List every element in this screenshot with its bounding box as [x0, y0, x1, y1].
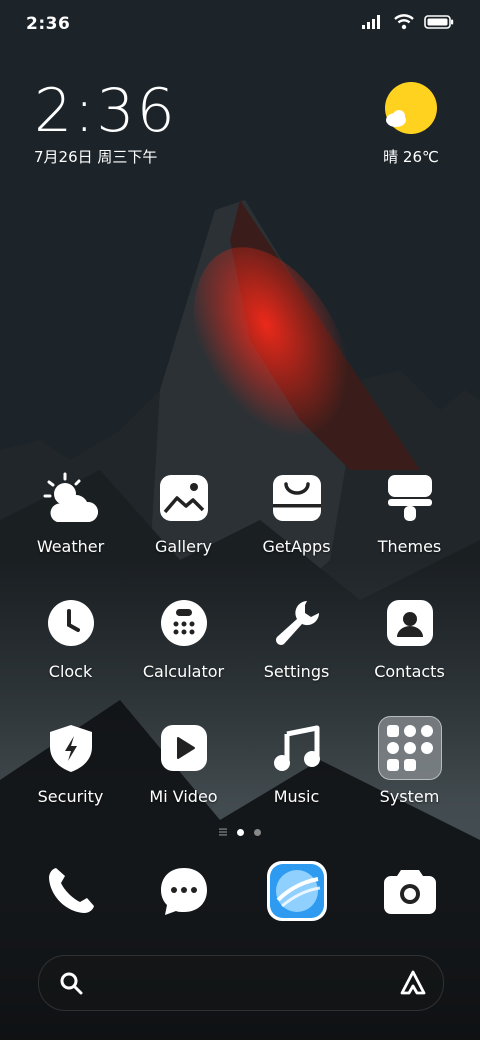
weather-widget[interactable]: 晴 26℃ — [376, 82, 446, 167]
app-getapps[interactable]: GetApps — [240, 466, 353, 591]
getapps-icon — [265, 466, 329, 530]
battery-icon — [424, 15, 454, 29]
themes-icon — [378, 466, 442, 530]
app-list-indicator-icon — [219, 828, 227, 836]
music-icon — [265, 716, 329, 780]
app-label: Security — [37, 787, 104, 806]
clock-icon — [39, 591, 103, 655]
dock-camera[interactable] — [353, 860, 466, 922]
messages-icon — [160, 868, 207, 915]
status-time: 2:36 — [26, 14, 71, 34]
search-bar[interactable] — [38, 955, 444, 1011]
signal-icon — [362, 15, 380, 29]
app-label: Weather — [36, 537, 105, 556]
app-label: Settings — [263, 662, 330, 681]
contacts-icon — [378, 591, 442, 655]
app-weather[interactable]: Weather — [14, 466, 127, 591]
mi-video-icon — [152, 716, 216, 780]
clock-time: 2:36 — [34, 76, 177, 146]
app-label: Mi Video — [149, 787, 218, 806]
app-mi-video[interactable]: Mi Video — [127, 716, 240, 841]
gallery-icon — [152, 466, 216, 530]
wifi-icon — [394, 14, 414, 30]
clock-date: 7月26日 周三下午 — [34, 148, 158, 166]
page-dot-active — [237, 828, 244, 836]
app-music[interactable]: Music — [240, 716, 353, 841]
app-label: Gallery — [155, 537, 212, 556]
assistant-icon[interactable] — [399, 969, 427, 997]
weather-icon — [39, 466, 103, 530]
phone-icon — [48, 868, 94, 913]
app-settings[interactable]: Settings — [240, 591, 353, 716]
page-indicator[interactable] — [0, 828, 480, 836]
search-icon — [60, 972, 83, 995]
camera-icon — [383, 870, 436, 914]
app-label: System — [379, 787, 440, 806]
app-label: Contacts — [374, 662, 445, 681]
app-contacts[interactable]: Contacts — [353, 591, 466, 716]
settings-icon — [265, 591, 329, 655]
partly-sunny-icon — [385, 82, 437, 134]
app-calculator[interactable]: Calculator — [127, 591, 240, 716]
app-clock[interactable]: Clock — [14, 591, 127, 716]
page-dot — [254, 828, 261, 836]
app-gallery[interactable]: Gallery — [127, 466, 240, 591]
dock-messages[interactable] — [127, 860, 240, 922]
system-folder-icon — [377, 716, 442, 780]
app-label: Music — [273, 787, 320, 806]
app-label: Calculator — [142, 662, 225, 681]
app-label: GetApps — [262, 537, 331, 556]
weather-label: 晴 26℃ — [383, 148, 439, 166]
dock-phone[interactable] — [14, 860, 127, 922]
folder-system[interactable]: System — [353, 716, 466, 841]
app-grid: Weather Gallery GetApps Themes Clock Cal… — [14, 466, 466, 841]
clock-widget[interactable]: 2:36 7月26日 周三下午 — [34, 80, 177, 167]
status-bar: 2:36 — [0, 0, 480, 50]
app-security[interactable]: Security — [14, 716, 127, 841]
security-icon — [39, 716, 103, 780]
calculator-icon — [152, 591, 216, 655]
app-themes[interactable]: Themes — [353, 466, 466, 591]
dock — [14, 860, 466, 922]
app-label: Clock — [48, 662, 93, 681]
dock-browser[interactable] — [240, 860, 353, 922]
browser-icon — [266, 861, 327, 921]
app-label: Themes — [377, 537, 442, 556]
